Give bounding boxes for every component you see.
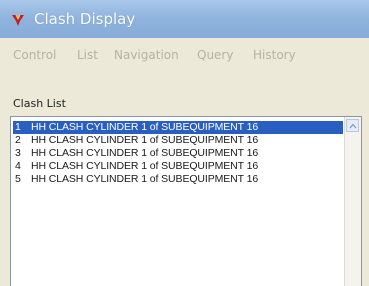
list-item-text: HH CLASH CYLINDER 1 of SUBEQUIPMENT 16	[31, 173, 259, 185]
menu-history[interactable]: History	[253, 48, 296, 62]
list-item-text: HH CLASH CYLINDER 1 of SUBEQUIPMENT 16	[31, 121, 259, 133]
list-item-5[interactable]: 5 HH CLASH CYLINDER 1 of SUBEQUIPMENT 16	[13, 173, 343, 186]
list-item-number: 1	[15, 121, 21, 133]
title-bar[interactable]: Clash Display	[0, 0, 369, 38]
list-item-2[interactable]: 2 HH CLASH CYLINDER 1 of SUBEQUIPMENT 16	[13, 134, 343, 147]
list-item-number: 5	[15, 173, 21, 185]
list-item-text: HH CLASH CYLINDER 1 of SUBEQUIPMENT 16	[31, 147, 259, 159]
menu-list[interactable]: List	[77, 48, 98, 62]
chevron-up-icon	[349, 123, 357, 129]
list-item-text: HH CLASH CYLINDER 1 of SUBEQUIPMENT 16	[31, 160, 259, 172]
menu-control[interactable]: Control	[13, 48, 56, 62]
vertical-scrollbar[interactable]	[344, 117, 361, 286]
list-item-text: HH CLASH CYLINDER 1 of SUBEQUIPMENT 16	[31, 134, 259, 146]
app-icon	[11, 12, 25, 26]
clash-list-label: Clash List	[13, 97, 66, 110]
scroll-up-button[interactable]	[346, 119, 359, 132]
menu-bar: Control List Navigation Query History	[0, 38, 369, 74]
list-item-3[interactable]: 3 HH CLASH CYLINDER 1 of SUBEQUIPMENT 16	[13, 147, 343, 160]
list-item-number: 3	[15, 147, 21, 159]
clash-display-window: Clash Display Control List Navigation Qu…	[0, 0, 369, 286]
menu-query[interactable]: Query	[197, 48, 233, 62]
list-item-number: 2	[15, 134, 21, 146]
list-item-number: 4	[15, 160, 21, 172]
clash-listbox[interactable]: 1 HH CLASH CYLINDER 1 of SUBEQUIPMENT 16 …	[10, 116, 362, 286]
menu-navigation[interactable]: Navigation	[114, 48, 179, 62]
window-title: Clash Display	[34, 10, 136, 28]
list-item-1[interactable]: 1 HH CLASH CYLINDER 1 of SUBEQUIPMENT 16	[13, 121, 343, 134]
list-item-4[interactable]: 4 HH CLASH CYLINDER 1 of SUBEQUIPMENT 16	[13, 160, 343, 173]
